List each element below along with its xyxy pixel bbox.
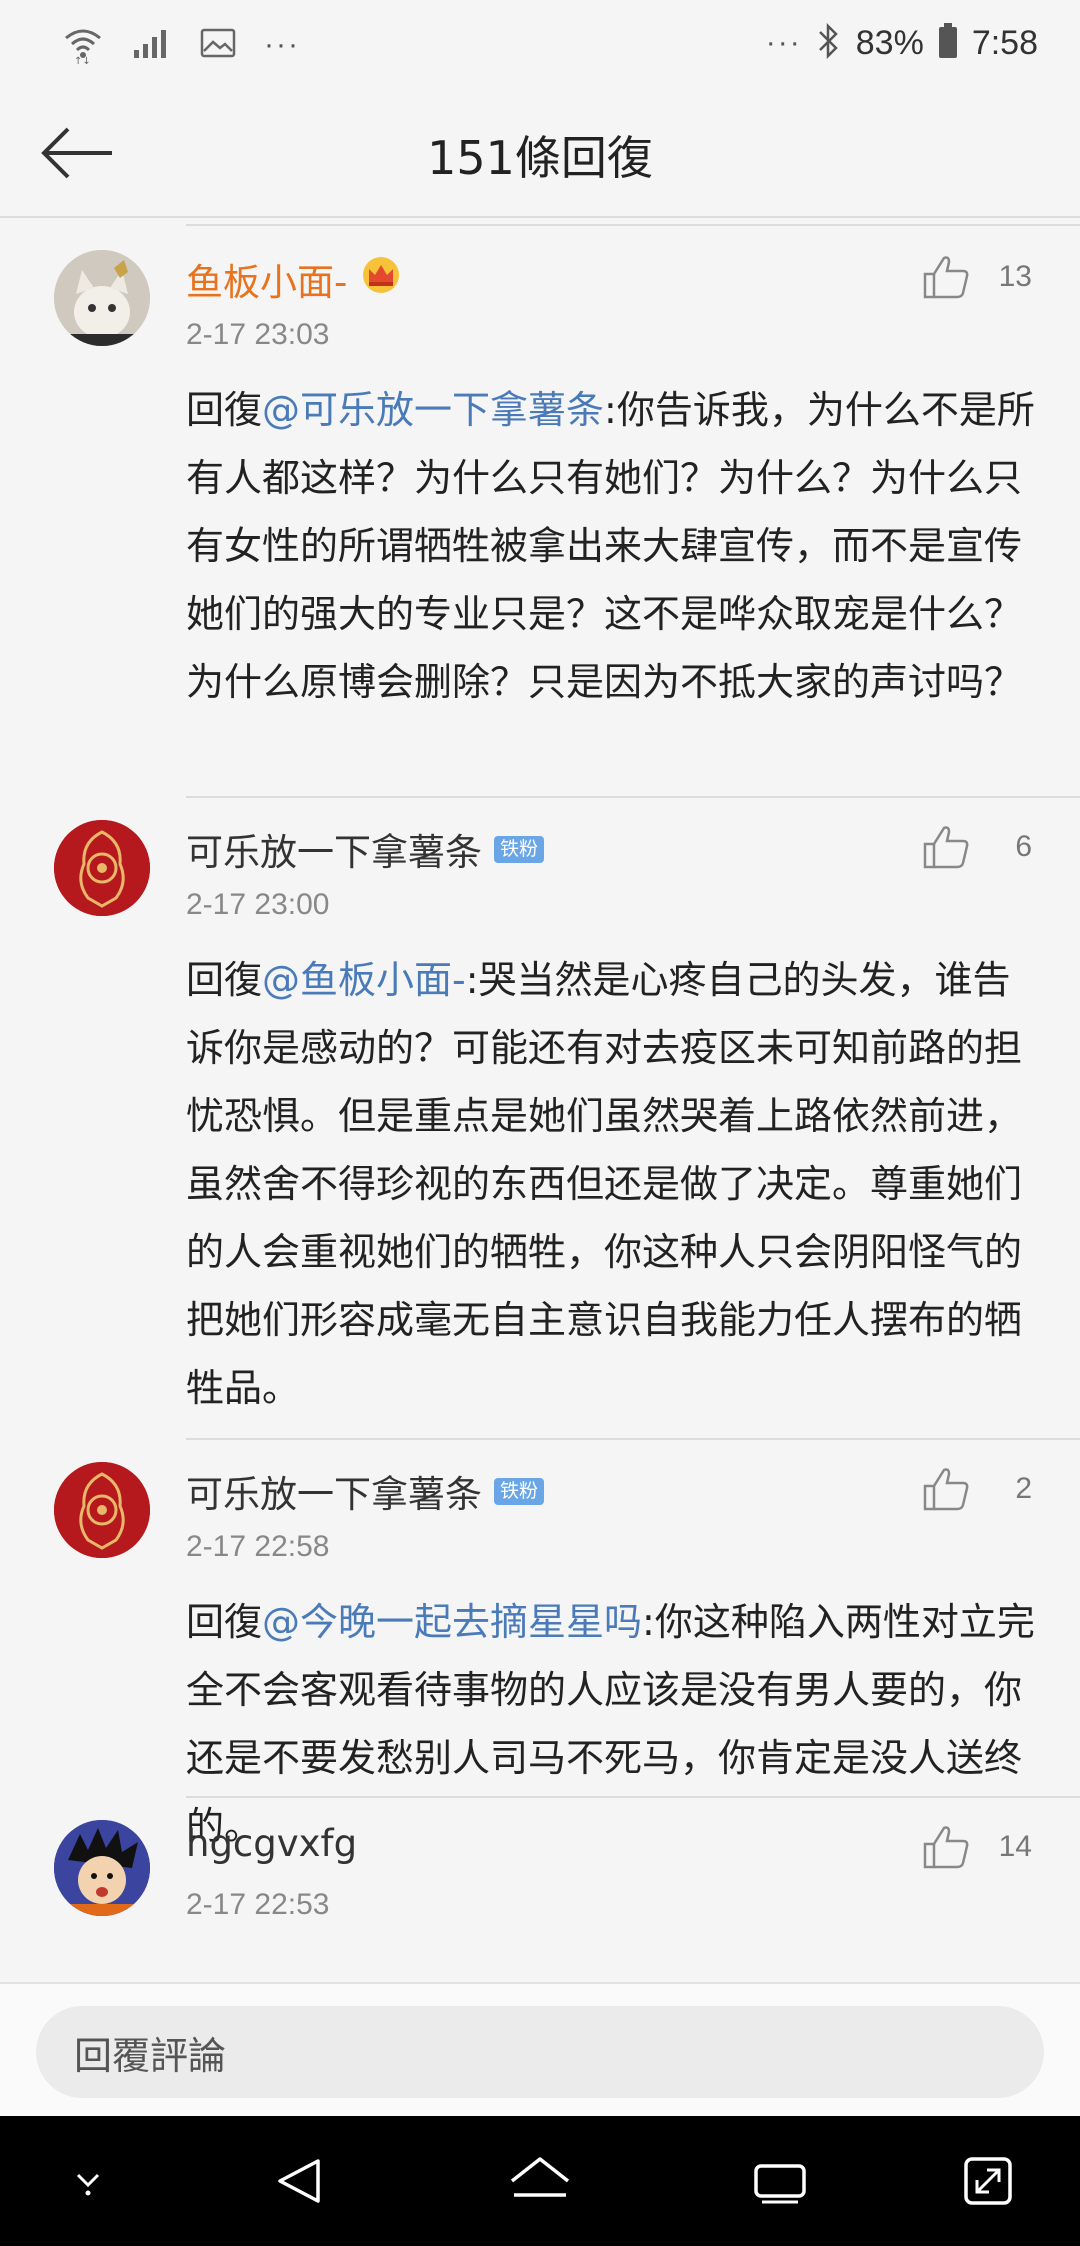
fan-badge: 铁粉 (494, 1477, 545, 1505)
divider (186, 796, 1080, 798)
divider (186, 1796, 1080, 1798)
ornament-avatar-icon (54, 1462, 150, 1558)
thumbs-up-icon (923, 1826, 969, 1869)
home-icon (510, 2157, 570, 2197)
battery-percent: 83% (855, 23, 924, 62)
recents-icon (754, 2164, 806, 2204)
like-button[interactable]: 13 (922, 254, 1032, 300)
thumbs-up-icon (923, 826, 969, 869)
reply-prefix: 回復 (186, 388, 263, 432)
comment-text: 回復@可乐放一下拿薯条:你告诉我，为什么不是所有人都这样？为什么只有她们？为什么… (186, 376, 1036, 716)
mention-link[interactable]: @可乐放一下拿薯条 (262, 388, 604, 432)
status-bar: ↑↓ ··· ··· 83% 7:58 (0, 0, 1080, 88)
crown-icon (359, 255, 403, 304)
comment-time: 2-17 23:00 (186, 888, 330, 921)
page-title: 151條回復 (427, 131, 653, 185)
thumbs-up-icon (923, 1468, 969, 1511)
divider (186, 1438, 1080, 1440)
hide-keyboard-button[interactable] (28, 2116, 148, 2246)
comment-time: 2-17 22:58 (186, 1530, 330, 1563)
top-bar: 151條回復 (0, 88, 1080, 218)
like-count: 13 (998, 260, 1032, 293)
reply-placeholder: 回覆評論 (74, 2033, 227, 2078)
mention-link[interactable]: @鱼板小面- (262, 958, 466, 1002)
clock: 7:58 (971, 23, 1038, 62)
divider (186, 224, 1080, 226)
like-button[interactable]: 6 (922, 824, 1032, 870)
author-name: 可乐放一下拿薯条 (186, 831, 482, 874)
cartoon-avatar-icon (54, 1820, 150, 1916)
ornament-avatar-icon (54, 820, 150, 916)
image-icon (200, 27, 236, 63)
bluetooth-icon (816, 22, 842, 64)
chevron-down-icon (76, 2173, 100, 2196)
comment-body: :你告诉我，为什么不是所有人都这样？为什么只有她们？为什么？为什么只有女性的所谓… (186, 388, 1035, 704)
status-dots: ··· (765, 26, 802, 59)
avatar[interactable] (54, 1820, 150, 1916)
signal-icon (132, 26, 172, 64)
like-count: 2 (1015, 1472, 1032, 1505)
avatar[interactable] (54, 1462, 150, 1558)
comment-author[interactable]: 可乐放一下拿薯条 铁粉 (186, 822, 545, 876)
back-triangle-icon (278, 2159, 320, 2203)
comment-time: 2-17 22:53 (186, 1888, 330, 1921)
thumbs-up-icon (923, 256, 969, 299)
fan-badge: 铁粉 (494, 835, 545, 863)
comment-text: 回復@鱼板小面-:哭当然是心疼自己的头发，谁告诉你是感动的？可能还有对去疫区未可… (186, 946, 1036, 1422)
cat-avatar-icon (54, 250, 150, 346)
comment-author[interactable]: 可乐放一下拿薯条 铁粉 (186, 1464, 545, 1518)
system-nav-bar (0, 2116, 1080, 2246)
nav-recents-button[interactable] (720, 2116, 840, 2246)
avatar[interactable] (54, 820, 150, 916)
notification-dots: ··· (264, 28, 300, 61)
like-count: 14 (998, 1830, 1032, 1863)
nav-expand-button[interactable] (928, 2116, 1048, 2246)
comment-author[interactable]: hgcgvxfg (186, 1822, 357, 1865)
like-button[interactable]: 14 (922, 1824, 1032, 1870)
mention-link[interactable]: @今晚一起去摘星星吗 (262, 1600, 642, 1644)
like-count: 6 (1015, 830, 1032, 863)
reply-prefix: 回復 (186, 1600, 263, 1644)
author-name: 鱼板小面- (186, 261, 348, 304)
nav-home-button[interactable] (480, 2116, 600, 2246)
comment-time: 2-17 23:03 (186, 318, 330, 351)
comment-text: 回復@今晚一起去摘星星吗:你这种陷入两性对立完全不会客观看待事物的人应该是没有男… (186, 1588, 1036, 1860)
battery-icon (938, 23, 958, 63)
expand-icon (964, 2157, 1012, 2205)
avatar[interactable] (54, 250, 150, 346)
author-name: hgcgvxfg (186, 1822, 358, 1865)
status-right: ··· 83% 7:58 (766, 22, 1038, 64)
comment-body: :哭当然是心疼自己的头发，谁告诉你是感动的？可能还有对去疫区未可知前路的担忧恐惧… (186, 958, 1023, 1410)
reply-comment-input[interactable]: 回覆評論 (36, 2006, 1044, 2098)
comment-author[interactable]: 鱼板小面- (186, 252, 403, 306)
reply-prefix: 回復 (186, 958, 263, 1002)
like-button[interactable]: 2 (922, 1466, 1032, 1512)
reply-list[interactable]: 鱼板小面- 2-17 23:03 13 回復@可乐放一下拿薯条:你告诉我，为什么… (0, 218, 1080, 1982)
wifi-icon: ↑↓ (62, 22, 104, 68)
reply-bar: 回覆評論 (0, 1982, 1080, 2116)
author-name: 可乐放一下拿薯条 (186, 1473, 482, 1516)
nav-back-button[interactable] (240, 2116, 360, 2246)
status-left: ↑↓ ··· (62, 22, 300, 68)
svg-text:↑↓: ↑↓ (74, 56, 91, 64)
